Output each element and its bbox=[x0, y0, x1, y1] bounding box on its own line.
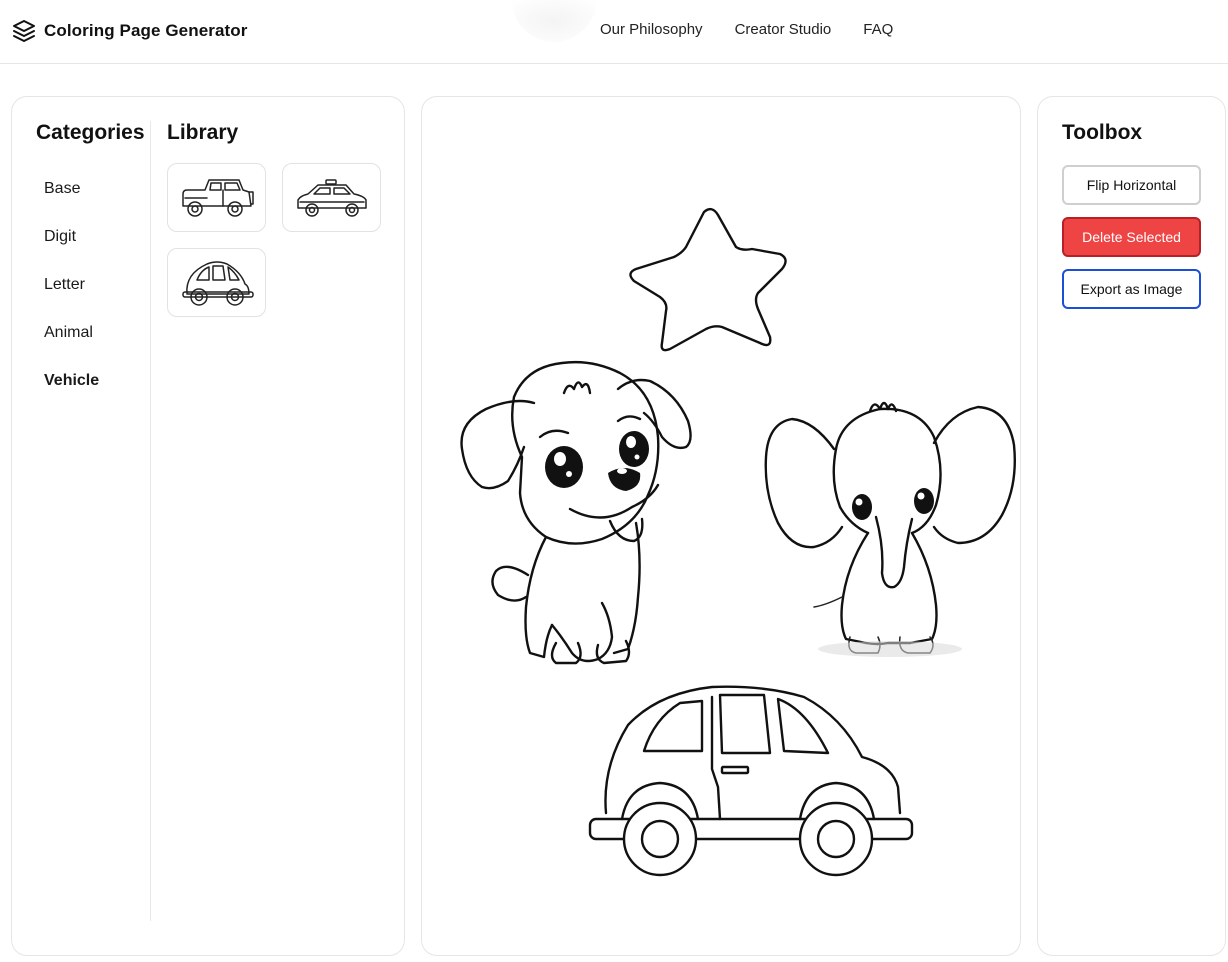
nav-faq[interactable]: FAQ bbox=[863, 21, 893, 38]
category-digit[interactable]: Digit bbox=[36, 213, 150, 261]
canvas-panel[interactable] bbox=[421, 96, 1021, 956]
library-grid bbox=[167, 163, 397, 317]
drawing-canvas[interactable] bbox=[422, 97, 1022, 957]
categories-title: Categories bbox=[36, 121, 145, 144]
jeep-icon bbox=[181, 178, 254, 217]
taxi-icon bbox=[296, 178, 367, 217]
decorative-blob bbox=[512, 0, 596, 42]
categories-column: Categories Base Digit Letter Animal Vehi… bbox=[36, 121, 150, 405]
category-vehicle[interactable]: Vehicle bbox=[36, 357, 150, 405]
toolbox-title: Toolbox bbox=[1062, 121, 1143, 144]
library-item-taxi[interactable] bbox=[282, 163, 381, 232]
delete-selected-button[interactable]: Delete Selected bbox=[1062, 217, 1201, 257]
category-list: Base Digit Letter Animal Vehicle bbox=[36, 165, 150, 405]
layers-icon bbox=[12, 19, 36, 43]
library-column: Library bbox=[167, 121, 397, 317]
car-drawing[interactable] bbox=[588, 685, 914, 877]
flip-horizontal-button[interactable]: Flip Horizontal bbox=[1062, 165, 1201, 205]
nav-creator-studio[interactable]: Creator Studio bbox=[735, 21, 832, 38]
nav-our-philosophy[interactable]: Our Philosophy bbox=[600, 21, 703, 38]
category-base[interactable]: Base bbox=[36, 165, 150, 213]
brand[interactable]: Coloring Page Generator bbox=[12, 18, 248, 44]
elephant-drawing[interactable] bbox=[764, 401, 1016, 657]
top-navbar: Coloring Page Generator Our Philosophy C… bbox=[0, 0, 1228, 64]
library-item-jeep[interactable] bbox=[167, 163, 266, 232]
beetle-car-icon bbox=[181, 260, 254, 306]
left-panel: Categories Base Digit Letter Animal Vehi… bbox=[11, 96, 405, 956]
category-letter[interactable]: Letter bbox=[36, 261, 150, 309]
app-title: Coloring Page Generator bbox=[44, 21, 248, 40]
export-image-button[interactable]: Export as Image bbox=[1062, 269, 1201, 309]
column-divider bbox=[150, 121, 151, 921]
puppy-drawing[interactable] bbox=[460, 360, 692, 665]
star-outline[interactable] bbox=[629, 207, 787, 352]
library-item-beetle[interactable] bbox=[167, 248, 266, 317]
toolbox-panel: Toolbox Flip Horizontal Delete Selected … bbox=[1037, 96, 1226, 956]
main-nav: Our Philosophy Creator Studio FAQ bbox=[600, 21, 893, 38]
category-animal[interactable]: Animal bbox=[36, 309, 150, 357]
library-title: Library bbox=[167, 121, 239, 144]
